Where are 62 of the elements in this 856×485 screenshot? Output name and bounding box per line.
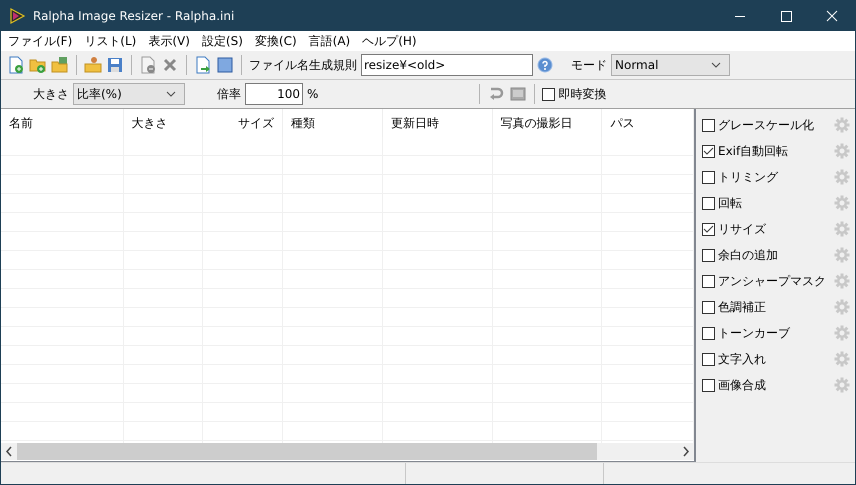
menu-item[interactable]: 言語(A) [302,32,356,50]
filter-checkbox[interactable]: 回転 [702,194,742,212]
chevron-down-icon [166,91,176,97]
column-header[interactable]: 名前 [1,109,124,137]
checkbox[interactable] [702,196,715,210]
menu-item[interactable]: リスト(L) [78,32,142,50]
folder-person-icon[interactable] [84,56,102,74]
filename-rule-label: ファイル名生成規則 [249,56,357,74]
menu-item[interactable]: 表示(V) [142,32,196,50]
checkbox[interactable] [702,326,715,340]
column-header[interactable]: 種類 [283,109,383,137]
square-icon[interactable] [216,56,234,74]
checkbox[interactable] [702,274,715,288]
checkbox[interactable] [702,144,715,158]
filter-checkbox[interactable]: グレースケール化 [702,116,814,134]
filter-checkbox[interactable]: アンシャープマスク [702,272,826,290]
chevron-down-icon [711,62,721,68]
mode-label: モード [571,56,607,74]
filter-checkbox[interactable]: 余白の追加 [702,246,778,264]
filter-checkbox[interactable]: トーンカーブ [702,324,790,342]
checkbox[interactable] [702,118,715,132]
checkbox[interactable] [702,222,715,236]
window-title: Ralpha Image Resizer - Ralpha.ini [33,9,236,23]
filename-rule-field[interactable]: resize¥<old> [361,54,533,76]
filter-checkbox[interactable]: 色調補正 [702,298,766,316]
monitor-icon[interactable] [509,85,528,103]
mode-dropdown[interactable]: Normal [611,54,730,76]
checkbox[interactable] [542,88,556,100]
menu-item[interactable]: 変換(C) [248,32,303,50]
menu-item[interactable]: ファイル(F) [2,32,78,50]
column-header[interactable]: 更新日時 [382,109,493,137]
document-minus-icon[interactable] [139,56,157,74]
column-header[interactable]: 大きさ [124,109,204,137]
menu-item[interactable]: ヘルプ(H) [356,32,423,50]
filter-checkbox[interactable]: 画像合成 [702,376,766,394]
checkbox[interactable] [702,378,715,392]
checkbox[interactable] [702,300,715,314]
checkbox[interactable] [702,248,715,262]
filter-checkbox[interactable]: トリミング [702,168,778,186]
horizontal-scrollbar[interactable] [1,443,694,460]
column-header[interactable]: パス [602,109,694,137]
scale-label: 倍率 [217,86,241,102]
filter-checkbox[interactable]: Exif自動回転 [702,142,788,160]
size-label: 大きさ [33,86,69,102]
app-logo-icon [9,8,25,24]
instant-convert-checkbox[interactable]: 即時変換 [542,86,606,102]
column-header[interactable]: 写真の撮影日 [492,109,602,137]
scroll-thumb[interactable] [17,443,597,460]
scale-field[interactable]: 100 [245,83,303,105]
filter-checkbox[interactable]: リサイズ [702,220,766,238]
checkbox[interactable] [702,352,715,366]
document-plus-icon[interactable] [7,56,25,74]
help-icon[interactable] [537,57,553,73]
unit-label: % [307,87,318,101]
delete-x-icon[interactable] [161,56,179,74]
folders-icon[interactable] [51,56,69,74]
column-header[interactable]: サイズ [203,109,284,137]
document-arrow-icon[interactable] [194,56,212,74]
filter-checkbox[interactable]: 文字入れ [702,350,766,368]
size-mode-dropdown[interactable]: 比率(%) [73,83,185,105]
checkbox[interactable] [702,170,715,184]
menu-item[interactable]: 設定(S) [196,32,249,50]
